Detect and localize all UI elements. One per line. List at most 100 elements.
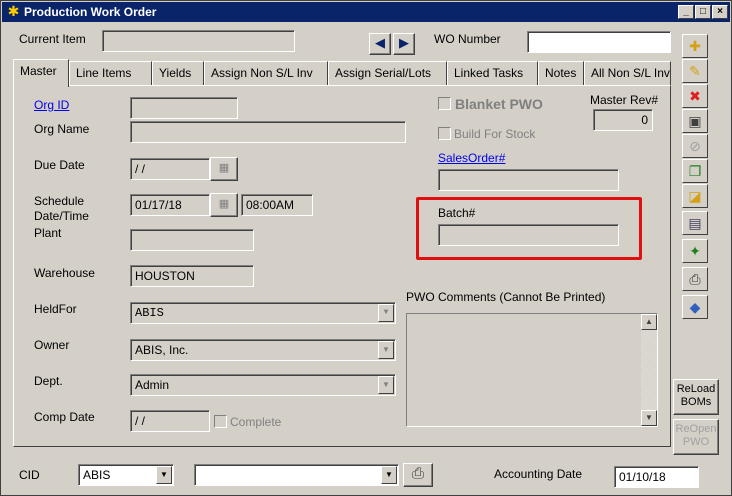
chevron-down-icon[interactable]: ▼ (378, 304, 394, 322)
note-button[interactable]: ◪ (682, 184, 708, 208)
new-record-button[interactable]: ✚ (682, 34, 708, 58)
image-icon: ▤ (688, 215, 702, 231)
comp-date-label: Comp Date (34, 410, 95, 424)
warehouse-label: Warehouse (34, 266, 95, 280)
dept-select[interactable]: Admin ▼ (130, 374, 396, 396)
comments-scrollbar[interactable]: ▲ ▼ (641, 314, 657, 426)
arrow-right-icon: ▶ (399, 35, 409, 50)
current-item-field[interactable] (102, 30, 295, 52)
schedule-datetime-label: Date/Time (34, 209, 89, 223)
owner-label: Owner (34, 338, 70, 352)
window-title: Production Work Order (24, 5, 157, 19)
pwo-comments-label: PWO Comments (Cannot Be Printed) (406, 290, 606, 304)
schedule-label: Schedule (34, 194, 85, 208)
print-button[interactable]: ⎙ (682, 267, 708, 291)
warehouse-field[interactable]: HOUSTON (130, 265, 254, 287)
scroll-down-icon[interactable]: ▼ (641, 410, 657, 426)
print-icon: ⎙ (411, 465, 424, 482)
tab-master[interactable]: Master (13, 59, 69, 87)
tab-yields[interactable]: Yields (152, 61, 204, 85)
org-id-field[interactable] (130, 97, 238, 119)
dept-value: Admin (135, 378, 170, 392)
cid-select[interactable]: ABIS ▼ (78, 464, 174, 486)
wo-number-input[interactable] (527, 31, 671, 53)
chevron-down-icon[interactable]: ▼ (378, 341, 394, 359)
scroll-up-icon[interactable]: ▲ (641, 314, 657, 330)
master-rev-field[interactable]: 0 (593, 109, 653, 131)
minimize-button[interactable]: _ (678, 5, 694, 19)
comp-date-field[interactable]: / / (130, 410, 210, 432)
copy-record-button[interactable]: ❐ (682, 159, 708, 183)
plant-field[interactable] (130, 229, 254, 251)
tab-line-items[interactable]: Line Items (69, 61, 152, 85)
dept-label: Dept. (34, 374, 63, 388)
chevron-down-icon[interactable]: ▼ (381, 466, 397, 484)
previous-button[interactable]: ◀ (369, 33, 391, 55)
org-name-field[interactable] (130, 121, 406, 143)
new-icon: ✚ (689, 38, 701, 54)
complete-label: Complete (230, 415, 282, 429)
production-work-order-window: ✱ Production Work Order _ □ × Current It… (0, 0, 732, 496)
batch-highlight-annotation (416, 197, 642, 260)
accounting-date-field[interactable]: 01/10/18 (614, 466, 699, 488)
reload-boms-label-1: ReLoad (676, 383, 716, 395)
sales-order-link[interactable]: SalesOrder# (438, 151, 505, 165)
reopen-pwo-label-2: PWO (682, 436, 710, 448)
copy-icon: ❐ (688, 163, 702, 179)
chevron-down-icon[interactable]: ▼ (156, 466, 172, 484)
tools-button[interactable]: ✦ (682, 239, 708, 263)
blanket-pwo-checkbox[interactable] (438, 97, 451, 110)
tab-linked-tasks[interactable]: Linked Tasks (447, 61, 538, 85)
cid-value: ABIS (83, 468, 111, 482)
sales-order-field[interactable] (438, 169, 619, 191)
schedule-date-field[interactable]: 01/17/18 (130, 194, 210, 216)
cid-detail-select[interactable]: ▼ (194, 464, 399, 486)
cancel-edit-button[interactable]: ⊘ (682, 134, 708, 158)
tag-button[interactable]: ◆ (682, 295, 708, 319)
owner-select[interactable]: ABIS, Inc. ▼ (130, 339, 396, 361)
footer-print-button[interactable]: ⎙ (403, 463, 433, 487)
calendar-icon: ▦ (218, 198, 230, 210)
tab-assign-non-sl-inv[interactable]: Assign Non S/L Inv (204, 61, 328, 85)
tab-assign-serial-lots[interactable]: Assign Serial/Lots (328, 61, 447, 85)
build-for-stock-label: Build For Stock (454, 127, 536, 141)
reload-boms-label-2: BOMs (680, 396, 712, 408)
owner-value: ABIS, Inc. (135, 343, 189, 357)
complete-checkbox[interactable] (214, 415, 227, 428)
org-id-link[interactable]: Org ID (34, 98, 69, 112)
reload-boms-button[interactable]: ReLoad BOMs (673, 379, 719, 415)
blanket-pwo-label: Blanket PWO (455, 96, 543, 112)
due-date-calendar-button[interactable]: ▦ (210, 157, 238, 181)
accounting-date-label: Accounting Date (494, 467, 583, 481)
delete-record-button[interactable]: ✖ (682, 84, 708, 108)
delete-icon: ✖ (689, 88, 701, 104)
tools-icon: ✦ (689, 243, 701, 259)
cid-label: CID (19, 468, 40, 482)
held-for-select[interactable]: ABIS ▼ (130, 302, 396, 324)
arrow-left-icon: ◀ (375, 35, 385, 50)
plant-label: Plant (34, 226, 62, 240)
tab-notes[interactable]: Notes (538, 61, 584, 85)
close-button[interactable]: × (712, 5, 728, 19)
chevron-down-icon[interactable]: ▼ (378, 376, 394, 394)
build-for-stock-checkbox[interactable] (438, 127, 451, 140)
image-button[interactable]: ▤ (682, 211, 708, 235)
reopen-pwo-button[interactable]: ReOpen PWO (673, 419, 719, 455)
pwo-comments-textarea[interactable]: ▲ ▼ (406, 313, 658, 427)
save-icon: ▣ (688, 113, 702, 129)
held-for-label: HeldFor (34, 302, 77, 316)
schedule-time-field[interactable]: 08:00AM (241, 194, 313, 216)
save-record-button[interactable]: ▣ (682, 109, 708, 133)
note-icon: ◪ (688, 188, 702, 204)
next-button[interactable]: ▶ (393, 33, 415, 55)
edit-record-button[interactable]: ✎ (682, 59, 708, 83)
org-name-label: Org Name (34, 122, 90, 136)
schedule-date-calendar-button[interactable]: ▦ (210, 193, 238, 217)
due-date-label: Due Date (34, 158, 85, 172)
wo-number-label: WO Number (434, 32, 501, 46)
tab-all-non-sl-inv[interactable]: All Non S/L Inv (584, 61, 671, 85)
held-for-value: ABIS (135, 306, 164, 320)
due-date-field[interactable]: / / (130, 158, 210, 180)
edit-icon: ✎ (689, 63, 701, 79)
maximize-button[interactable]: □ (695, 5, 711, 19)
